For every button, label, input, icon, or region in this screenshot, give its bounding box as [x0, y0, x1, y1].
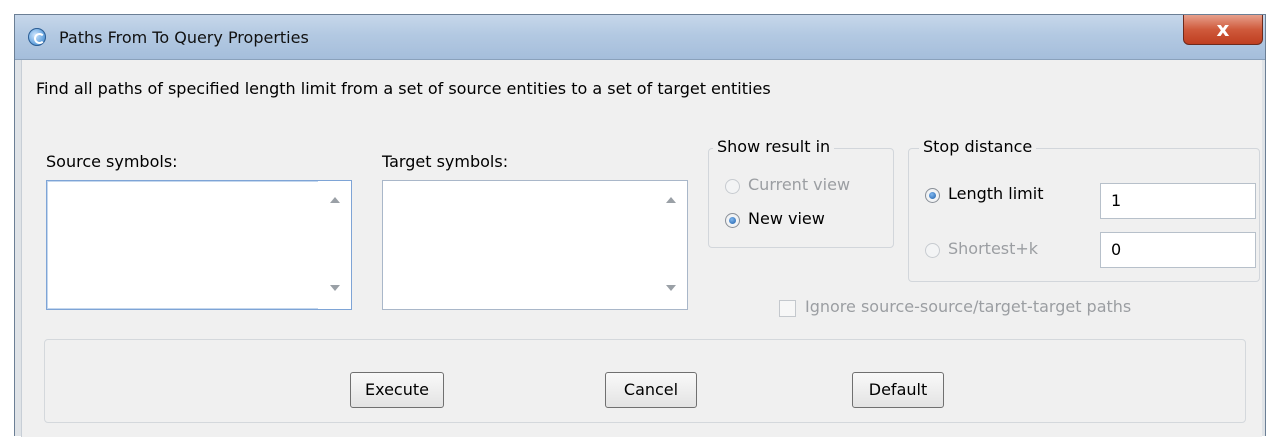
target-symbols-label: Target symbols:	[382, 152, 509, 171]
scroll-up-arrow-icon[interactable]	[666, 197, 676, 203]
close-button[interactable]: x	[1183, 15, 1263, 45]
current-view-label: Current view	[748, 175, 851, 194]
shortest-k-label: Shortest+k	[948, 239, 1039, 258]
app-icon	[28, 28, 46, 46]
cancel-button[interactable]: Cancel	[605, 372, 697, 408]
dialog-body: Find all paths of specified length limit…	[21, 60, 1262, 437]
stop-distance-legend: Stop distance	[919, 137, 1037, 156]
execute-button[interactable]: Execute	[350, 372, 444, 408]
length-limit-radio[interactable]	[925, 188, 940, 203]
window-title: Paths From To Query Properties	[59, 28, 309, 47]
scroll-down-arrow-icon[interactable]	[666, 285, 676, 291]
current-view-radio[interactable]	[725, 179, 740, 194]
target-symbols-list[interactable]	[382, 180, 688, 310]
target-scrollbar[interactable]	[654, 181, 687, 309]
close-icon: x	[1216, 17, 1230, 41]
shortest-k-input[interactable]: 0	[1100, 232, 1256, 268]
ignore-paths-checkbox[interactable]	[779, 300, 796, 317]
new-view-label: New view	[748, 209, 825, 228]
source-symbols-label: Source symbols:	[46, 152, 178, 171]
source-scrollbar[interactable]	[318, 181, 351, 309]
default-button[interactable]: Default	[852, 372, 944, 408]
scroll-up-arrow-icon[interactable]	[330, 197, 340, 203]
length-limit-label: Length limit	[948, 184, 1044, 203]
scroll-down-arrow-icon[interactable]	[330, 285, 340, 291]
shortest-k-radio[interactable]	[925, 243, 940, 258]
dialog-window: Paths From To Query Properties x Find al…	[14, 14, 1266, 437]
show-result-legend: Show result in	[713, 137, 835, 156]
title-bar[interactable]: Paths From To Query Properties x	[15, 15, 1265, 60]
source-symbols-list[interactable]	[46, 180, 352, 310]
description-text: Find all paths of specified length limit…	[36, 79, 771, 98]
ignore-paths-label: Ignore source-source/target-target paths	[805, 297, 1132, 316]
show-result-group: Show result in	[708, 137, 894, 248]
new-view-radio[interactable]	[725, 213, 740, 228]
length-limit-input[interactable]: 1	[1100, 183, 1256, 219]
